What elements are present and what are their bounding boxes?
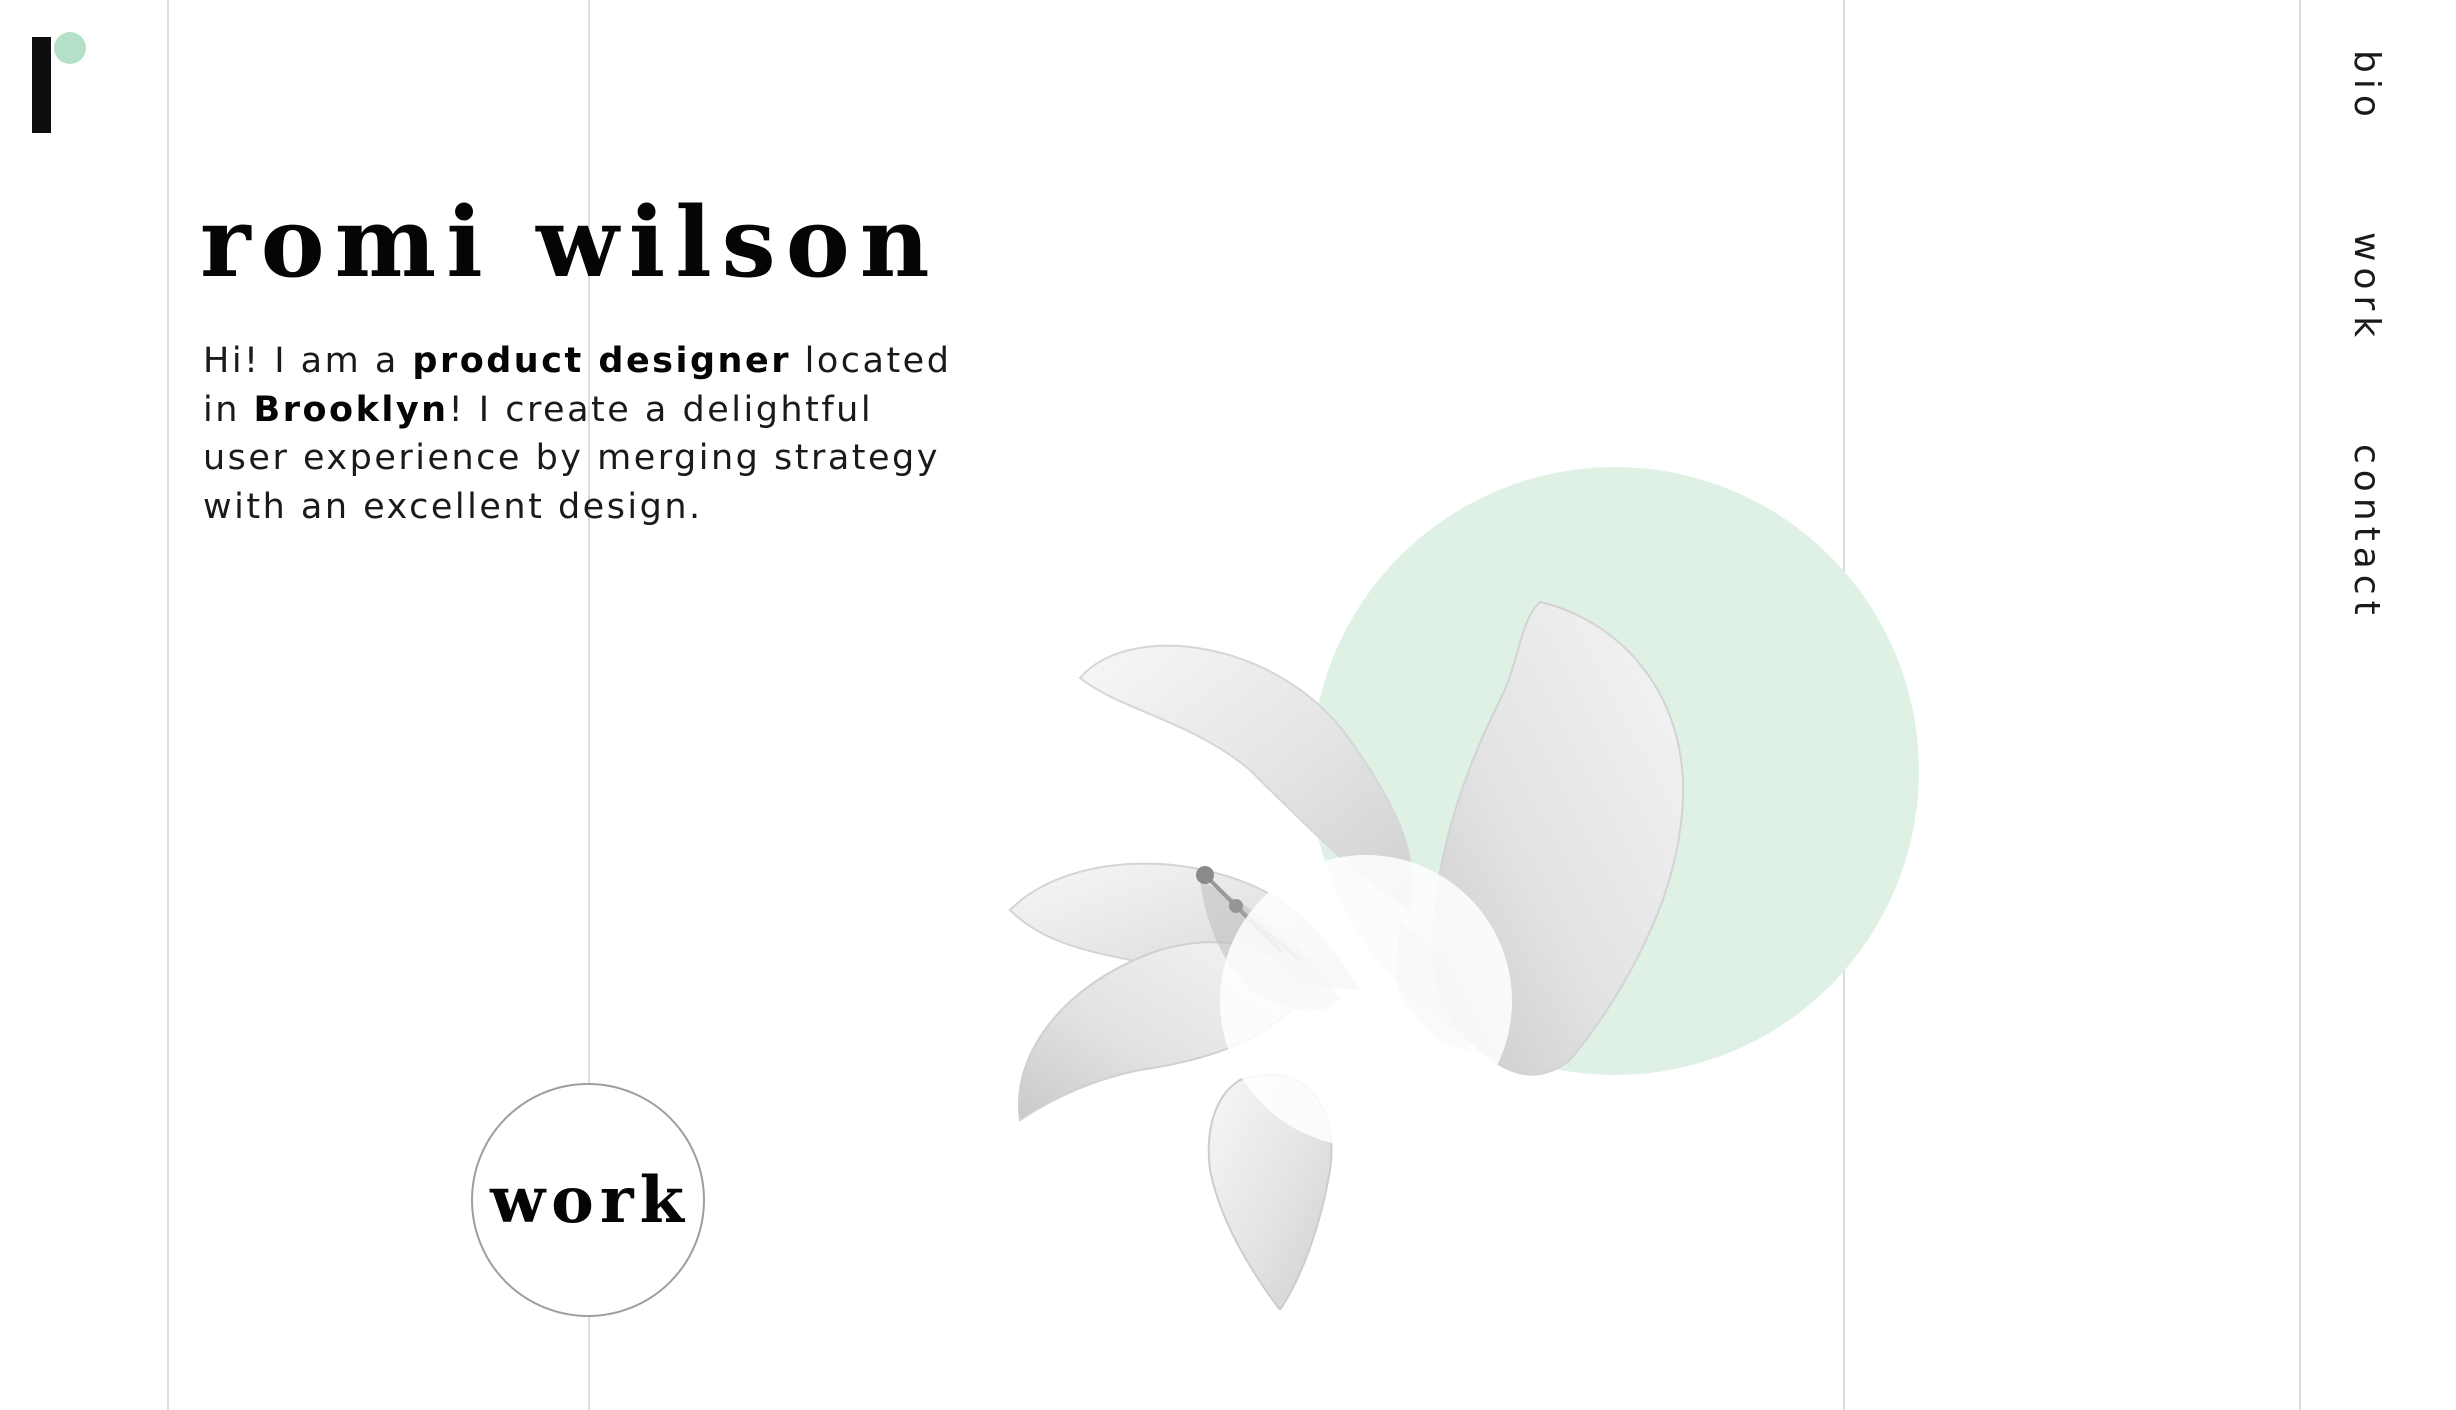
work-button-label: work — [490, 1162, 690, 1238]
decorative-white-circle — [1220, 855, 1512, 1147]
page-title: romi wilson — [200, 186, 940, 299]
intro-part1: Hi! I am a — [203, 341, 413, 381]
logo-bar — [32, 37, 51, 133]
work-button[interactable]: work — [471, 1083, 705, 1317]
nav-item-bio[interactable]: bio — [2346, 50, 2387, 123]
logo-dot — [54, 32, 86, 64]
nav-item-contact[interactable]: contact — [2346, 444, 2387, 621]
intro-role: product designer — [412, 341, 791, 381]
intro-text: Hi! I am a product designer located in B… — [203, 337, 963, 531]
nav-item-work[interactable]: work — [2346, 232, 2387, 343]
grid-line-1 — [167, 0, 169, 1410]
logo-icon[interactable] — [28, 32, 92, 136]
intro-city: Brooklyn — [253, 389, 449, 430]
side-navigation: bio work contact — [2300, 0, 2456, 1410]
